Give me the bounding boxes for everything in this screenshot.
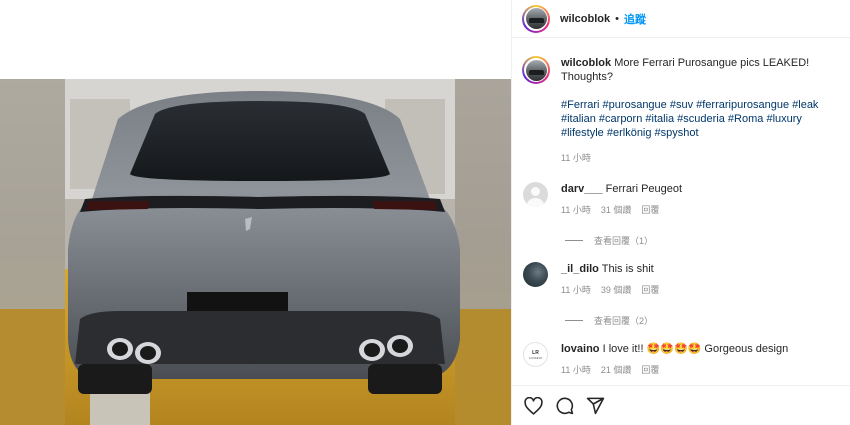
comment-timestamp: 11 小時	[561, 285, 591, 295]
comment-likes[interactable]: 39 個讚	[601, 283, 632, 297]
share-icon[interactable]	[585, 396, 605, 416]
commenter-avatar[interactable]: LR LOVAINO	[523, 342, 548, 367]
reply-button[interactable]: 回覆	[641, 283, 659, 297]
comment-text: Ferrari Peugeot	[605, 183, 683, 195]
comment-item: darv___ Ferrari Peugeot 11 小時 31 個讚 回覆	[522, 182, 842, 217]
post-photo[interactable]	[0, 79, 511, 425]
author-username[interactable]: wilcoblok	[560, 13, 610, 25]
comment-item: _il_dilo This is shit 11 小時 39 個讚 回覆	[522, 262, 842, 297]
car-photo-image	[0, 79, 511, 425]
view-replies-label: 查看回覆（1）	[594, 236, 654, 246]
caption-author-avatar[interactable]	[522, 56, 550, 84]
caption-username[interactable]: wilcoblok	[561, 57, 611, 69]
comment-timestamp: 11 小時	[561, 205, 591, 215]
comment-likes[interactable]: 31 個讚	[601, 203, 632, 217]
comment-text: This is shit	[601, 263, 654, 275]
comment-timestamp: 11 小時	[561, 365, 591, 375]
post-caption: wilcoblok More Ferrari Purosangue pics L…	[522, 56, 842, 165]
follow-button[interactable]: 追蹤	[624, 11, 646, 27]
comment-username[interactable]: _il_dilo	[561, 263, 599, 275]
post-side-panel: wilcoblok • 追蹤 wilcoblok More Ferrari Pu…	[511, 0, 850, 425]
caption-hashtags[interactable]: #Ferrari #purosangue #suv #ferraripurosa…	[561, 98, 842, 140]
reply-button[interactable]: 回覆	[641, 363, 659, 377]
comment-username[interactable]: lovaino	[561, 343, 600, 355]
default-avatar-icon[interactable]	[523, 182, 548, 207]
reply-button[interactable]: 回覆	[641, 203, 659, 217]
comment-item: LR LOVAINO lovaino I love it!! 🤩🤩🤩🤩 Gorg…	[522, 342, 842, 377]
view-replies-line	[565, 320, 583, 321]
view-replies-label: 查看回覆（2）	[594, 316, 654, 326]
view-replies-button[interactable]: 查看回覆（1）	[565, 234, 653, 247]
car-avatar-icon	[525, 59, 547, 81]
commenter-avatar[interactable]	[523, 262, 548, 287]
post-media	[0, 0, 511, 425]
comment-text: I love it!! 🤩🤩🤩🤩 Gorgeous design	[602, 343, 789, 355]
caption-timestamp: 11 小時	[561, 153, 591, 163]
header-separator: •	[615, 12, 619, 25]
comments-scroll-area[interactable]: wilcoblok More Ferrari Purosangue pics L…	[512, 39, 850, 385]
comment-icon[interactable]	[554, 396, 574, 416]
view-replies-line	[565, 240, 583, 241]
comment-username[interactable]: darv___	[561, 183, 603, 195]
view-replies-button[interactable]: 查看回覆（2）	[565, 314, 653, 327]
post-header: wilcoblok • 追蹤	[512, 0, 850, 38]
avatar-logo-subtext: LOVAINO	[528, 355, 543, 360]
car-avatar-icon	[525, 8, 547, 29]
comment-likes[interactable]: 21 個讚	[601, 363, 632, 377]
post-actions-bar	[512, 385, 850, 425]
post-frame: wilcoblok • 追蹤 wilcoblok More Ferrari Pu…	[0, 0, 850, 425]
author-avatar[interactable]	[522, 4, 550, 33]
heart-icon[interactable]	[523, 396, 543, 416]
